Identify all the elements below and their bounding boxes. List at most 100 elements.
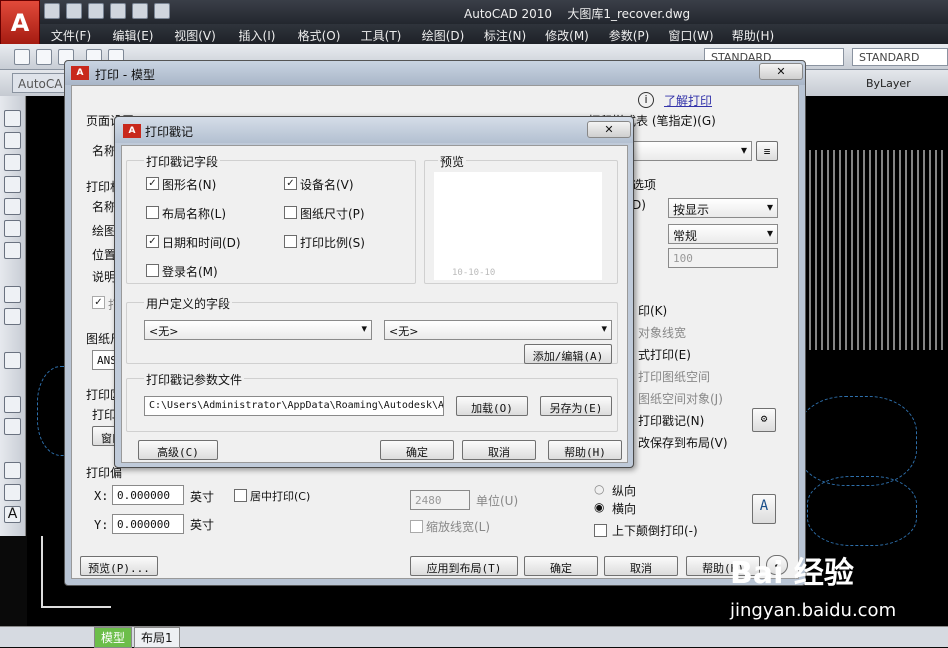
landscape-label: 横向 <box>612 502 637 516</box>
polygon-icon[interactable] <box>4 176 21 193</box>
application-menu-button[interactable]: A <box>0 0 40 46</box>
quality-select[interactable]: 常规 <box>668 224 778 244</box>
menu-item[interactable]: 文件(F) <box>40 24 102 44</box>
polyline-icon[interactable] <box>4 154 21 171</box>
apply-to-layout-button[interactable]: 应用到布局(T) <box>410 556 518 576</box>
save-as-button[interactable]: 另存为(E) <box>540 396 612 416</box>
drawing-name-checkbox[interactable] <box>146 177 159 190</box>
stamp-dialog-titlebar: A 打印戳记 ✕ <box>115 117 633 143</box>
landscape-radio[interactable]: ◉ <box>594 500 604 514</box>
layout-name-checkbox[interactable] <box>146 206 159 219</box>
circle-icon[interactable] <box>4 242 21 259</box>
stamp-preview-text: 10-10-10 <box>452 268 496 278</box>
menu-item[interactable]: 插入(I) <box>226 24 288 44</box>
menu-item[interactable]: 参数(P) <box>598 24 660 44</box>
multiline-text-icon[interactable]: A <box>4 506 21 523</box>
x-offset-input[interactable]: 0.000000 <box>112 485 184 505</box>
close-icon[interactable]: ✕ <box>759 63 803 80</box>
user-field-1-select[interactable]: <无> <box>144 320 372 340</box>
scale-lineweights-checkbox[interactable] <box>410 520 423 533</box>
menu-item[interactable]: 帮助(H) <box>722 24 784 44</box>
preview-button[interactable]: 预览(P)... <box>80 556 158 576</box>
dim-style-select[interactable]: STANDARD <box>852 48 948 66</box>
spline-icon[interactable] <box>4 286 21 303</box>
plot-background-option[interactable]: 印(K) <box>638 302 667 319</box>
tab-layout1[interactable]: 布局1 <box>134 626 180 648</box>
center-plot-checkbox[interactable] <box>234 489 247 502</box>
x-unit-label: 英寸 <box>190 490 215 504</box>
add-edit-button[interactable]: 添加/编辑(A) <box>524 344 612 364</box>
advanced-button[interactable]: 高级(C) <box>138 440 218 460</box>
shade-plot-select[interactable]: 按显示 <box>668 198 778 218</box>
undo-icon[interactable] <box>110 3 126 19</box>
plot-style-select[interactable] <box>632 141 752 161</box>
stamp-help-button[interactable]: 帮助(H) <box>548 440 622 460</box>
plot-ok-button[interactable]: 确定 <box>524 556 598 576</box>
plot-lineweights-option[interactable]: 对象线宽 <box>638 324 686 341</box>
stamp-ok-button[interactable]: 确定 <box>380 440 454 460</box>
plot-stamp-option[interactable]: 打印戳记(N) <box>638 412 704 429</box>
drawing-content <box>797 396 917 486</box>
menu-item[interactable]: 绘图(D) <box>412 24 474 44</box>
region-icon[interactable] <box>4 462 21 479</box>
printer-name-label: 名称 <box>92 200 117 214</box>
upside-down-checkbox[interactable] <box>594 524 607 537</box>
login-name-label: 登录名(M) <box>162 265 218 279</box>
redo-icon[interactable] <box>132 3 148 19</box>
table-icon[interactable] <box>4 484 21 501</box>
menu-item[interactable]: 窗口(W) <box>660 24 722 44</box>
plot-cancel-button[interactable]: 取消 <box>604 556 678 576</box>
open-icon[interactable] <box>36 49 52 65</box>
date-time-label: 日期和时间(D) <box>162 236 241 250</box>
dpi-input[interactable]: 100 <box>668 248 778 268</box>
param-file-path-input[interactable]: C:\Users\Administrator\AppData\Roaming\A… <box>144 396 444 416</box>
construction-line-icon[interactable] <box>4 132 21 149</box>
file-tab[interactable]: AutoCA <box>12 73 72 93</box>
portrait-radio[interactable]: ○ <box>594 482 604 496</box>
menu-item[interactable]: 视图(V) <box>164 24 226 44</box>
insert-block-icon[interactable] <box>4 352 21 369</box>
bylayer-select[interactable]: ByLayer <box>866 77 911 90</box>
new-file-icon[interactable] <box>44 3 60 19</box>
menu-item[interactable]: 修改(M) <box>536 24 598 44</box>
login-name-checkbox[interactable] <box>146 264 159 277</box>
menu-item[interactable]: 格式(O) <box>288 24 350 44</box>
learn-plot-link[interactable]: 了解打印 <box>664 92 712 109</box>
menu-item[interactable]: 编辑(E) <box>102 24 164 44</box>
paper-size-checkbox[interactable] <box>284 206 297 219</box>
plot-with-styles-option[interactable]: 式打印(E) <box>638 346 691 363</box>
edit-style-icon[interactable]: ≡ <box>756 141 778 161</box>
line-tool-icon[interactable] <box>4 110 21 127</box>
hatch-icon[interactable] <box>4 418 21 435</box>
plot-to-file-checkbox[interactable] <box>92 296 105 309</box>
device-name-checkbox[interactable] <box>284 177 297 190</box>
new-icon[interactable] <box>14 49 30 65</box>
upside-down-label: 上下颠倒打印(-) <box>612 524 698 538</box>
tab-model[interactable]: 模型 <box>94 626 133 648</box>
menu-item[interactable]: 标注(N) <box>474 24 536 44</box>
plot-scale-checkbox[interactable] <box>284 235 297 248</box>
scale-units-input[interactable]: 2480 <box>410 490 470 510</box>
close-icon[interactable]: ✕ <box>587 121 631 138</box>
y-offset-input[interactable]: 0.000000 <box>112 514 184 534</box>
autocad-app-icon: A <box>123 124 141 138</box>
plot-icon[interactable] <box>154 3 170 19</box>
hide-paperspace-option[interactable]: 图纸空间对象(J) <box>638 390 723 407</box>
scale-lineweights-label: 缩放线宽(L) <box>426 520 491 534</box>
open-file-icon[interactable] <box>66 3 82 19</box>
date-time-checkbox[interactable] <box>146 235 159 248</box>
rectangle-icon[interactable] <box>4 198 21 215</box>
arc-icon[interactable] <box>4 220 21 237</box>
save-icon[interactable] <box>88 3 104 19</box>
ucs-y-axis-icon <box>41 536 43 606</box>
plot-paperspace-last-option[interactable]: 打印图纸空间 <box>638 368 710 385</box>
save-to-layout-option[interactable]: 改保存到布局(V) <box>638 434 728 451</box>
preview-label: 预览 <box>438 153 467 170</box>
stamp-cancel-button[interactable]: 取消 <box>462 440 536 460</box>
point-icon[interactable] <box>4 396 21 413</box>
load-button[interactable]: 加载(O) <box>456 396 528 416</box>
ellipse-icon[interactable] <box>4 308 21 325</box>
plot-stamp-settings-icon[interactable]: ⚙ <box>752 408 776 432</box>
menu-item[interactable]: 工具(T) <box>350 24 412 44</box>
user-field-2-select[interactable]: <无> <box>384 320 612 340</box>
